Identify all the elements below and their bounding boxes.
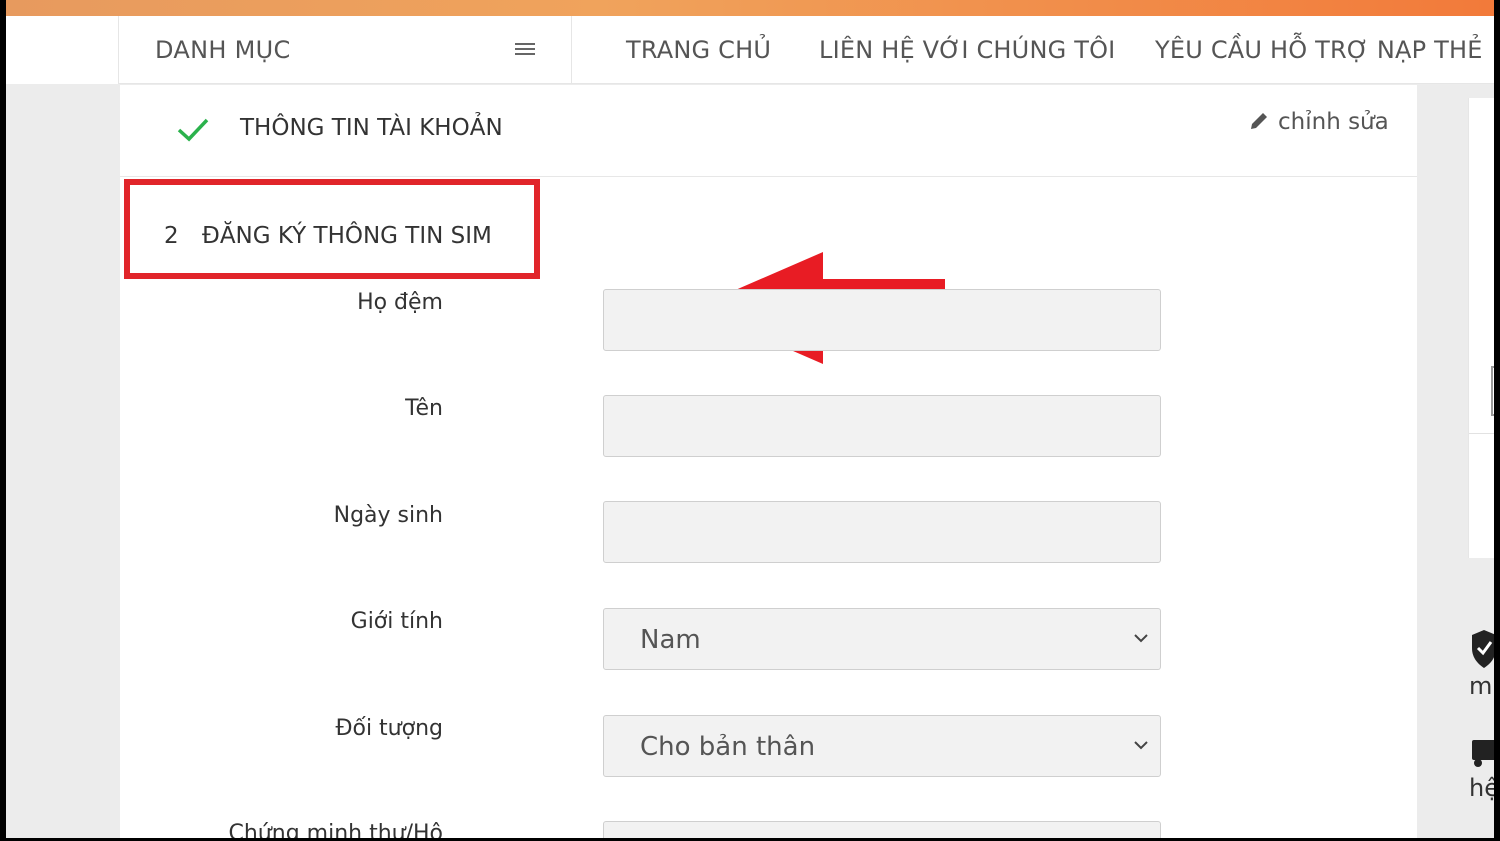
top-navigation: DANH MỤC TRANG CHỦ LIÊN HỆ VỚI CHÚNG TÔI…: [6, 16, 1494, 84]
nav-link-home[interactable]: TRANG CHỦ: [626, 36, 771, 64]
id-card-label: Chứng minh thư/Hộ: [228, 821, 444, 838]
subject-select[interactable]: Cho bản thân: [603, 715, 1161, 777]
shield-icon: [1472, 630, 1494, 668]
right-panel-divider: [1469, 433, 1494, 434]
screenshot-frame: DANH MỤC TRANG CHỦ LIÊN HỆ VỚI CHÚNG TÔI…: [6, 0, 1494, 838]
gender-label: Giới tính: [350, 609, 443, 634]
middle-name-label: Họ đệm: [357, 290, 443, 315]
id-card-input[interactable]: [603, 821, 1161, 838]
category-label: DANH MỤC: [155, 36, 291, 64]
sim-step-number: 2: [164, 223, 179, 249]
account-info-row: THÔNG TIN TÀI KHOẢN chỉnh sửa: [120, 85, 1417, 177]
dob-input[interactable]: [603, 501, 1161, 563]
right-side-panel: [1468, 98, 1494, 558]
gender-select[interactable]: Nam: [603, 608, 1161, 670]
right-panel-control[interactable]: [1491, 366, 1494, 416]
nav-link-contact[interactable]: LIÊN HỆ VỚI CHÚNG TÔI: [819, 36, 1115, 64]
gender-value: Nam: [640, 625, 701, 655]
subject-label: Đối tượng: [335, 716, 443, 741]
category-menu[interactable]: DANH MỤC: [118, 16, 572, 84]
side-feature-text: m: [1469, 672, 1493, 700]
account-info-title: THÔNG TIN TÀI KHOẢN: [240, 115, 503, 141]
main-content: THÔNG TIN TÀI KHOẢN chỉnh sửa 2 ĐĂNG KÝ …: [120, 85, 1417, 838]
edit-link[interactable]: chỉnh sửa: [1248, 109, 1389, 135]
dob-label: Ngày sinh: [333, 503, 443, 528]
nav-link-topup-support[interactable]: YÊU CẦU HỖ TRỢ NẠP THẺ: [1155, 36, 1483, 64]
hamburger-icon[interactable]: [515, 43, 535, 57]
first-name-label: Tên: [405, 396, 443, 421]
first-name-input[interactable]: [603, 395, 1161, 457]
top-accent-bar: [6, 0, 1494, 16]
check-icon: [177, 118, 209, 142]
sim-step-highlight-box: 2 ĐĂNG KÝ THÔNG TIN SIM: [124, 179, 540, 279]
middle-name-input[interactable]: [603, 289, 1161, 351]
subject-value: Cho bản thân: [640, 732, 816, 762]
truck-icon: [1472, 740, 1494, 767]
nav-left-stub: [6, 16, 118, 84]
sim-step-title: ĐĂNG KÝ THÔNG TIN SIM: [202, 223, 492, 249]
pencil-icon: [1251, 113, 1267, 129]
chevron-down-icon: [1134, 741, 1148, 750]
edit-label: chỉnh sửa: [1278, 109, 1389, 135]
side-feature-text-2: hệ: [1469, 774, 1494, 802]
chevron-down-icon: [1134, 634, 1148, 643]
